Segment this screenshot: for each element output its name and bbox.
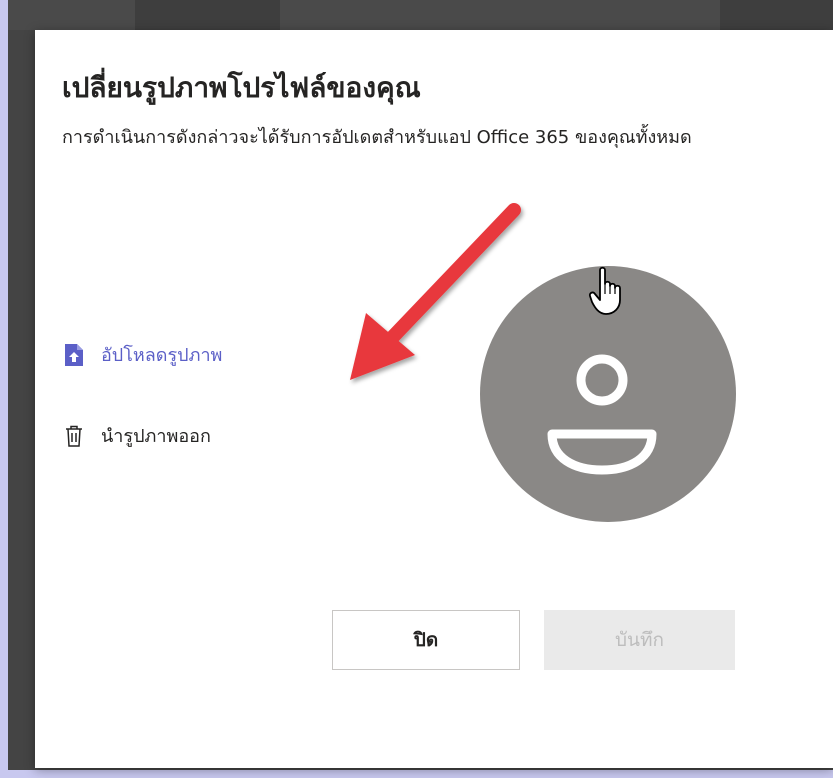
dialog-subtitle: การดำเนินการดังกล่าวจะได้รับการอัปเดตสำห… bbox=[62, 127, 692, 148]
upload-file-icon bbox=[65, 343, 83, 366]
upload-picture-link[interactable]: อัปโหลดรูปภาพ bbox=[65, 340, 222, 369]
trash-icon bbox=[65, 425, 83, 447]
background-header-strip bbox=[8, 0, 833, 30]
hand-cursor-icon bbox=[588, 266, 621, 315]
remove-picture-link[interactable]: นำรูปภาพออก bbox=[65, 421, 211, 450]
upload-picture-label: อัปโหลดรูปภาพ bbox=[101, 345, 223, 366]
remove-picture-label: นำรูปภาพออก bbox=[101, 426, 211, 447]
close-button[interactable]: ปิด bbox=[332, 610, 520, 670]
background-tile bbox=[720, 0, 833, 30]
dialog-title: เปลี่ยนรูปภาพโปรไฟล์ของคุณ bbox=[62, 71, 421, 104]
background-tile bbox=[135, 0, 280, 30]
save-button[interactable]: บันทึก bbox=[544, 610, 735, 670]
